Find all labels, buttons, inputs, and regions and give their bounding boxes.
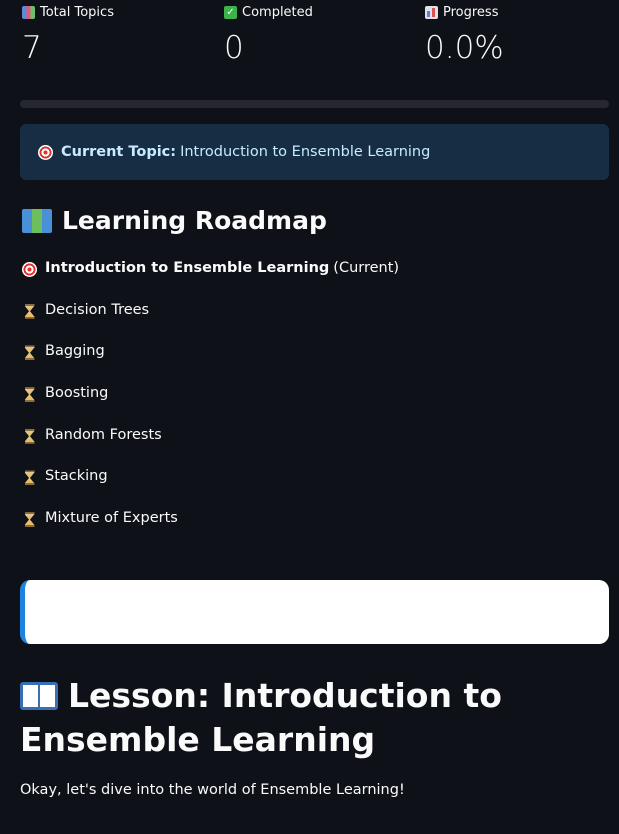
current-topic-label: Current Topic:: [61, 144, 177, 160]
hourglass-icon: [24, 345, 35, 361]
metric-value: 0: [224, 30, 244, 66]
metric-value: 7: [22, 30, 42, 66]
roadmap-list: Introduction to Ensemble Learning (Curre…: [22, 258, 399, 550]
lesson-intro-text: Okay, let's dive into the world of Ensem…: [20, 782, 405, 798]
roadmap-item-label: Bagging: [45, 343, 105, 360]
roadmap-item: Random Forests: [22, 425, 399, 467]
roadmap-item-label: Mixture of Experts: [45, 510, 178, 527]
check-icon: ✓: [224, 6, 237, 19]
metric-completed: ✓ Completed 0: [224, 4, 313, 66]
roadmap-item: Stacking: [22, 466, 399, 508]
roadmap-item-current: Introduction to Ensemble Learning (Curre…: [22, 258, 399, 300]
progress-bar: [20, 100, 609, 108]
target-icon: [38, 144, 53, 160]
bar-chart-icon: [425, 6, 438, 19]
hourglass-icon: [24, 303, 35, 319]
map-icon: [22, 208, 52, 233]
hourglass-icon: [24, 470, 35, 486]
books-icon: [22, 6, 35, 19]
metric-label: Progress: [443, 5, 499, 20]
lesson-heading: Lesson: Introduction to Ensemble Learnin…: [20, 674, 609, 762]
current-topic-value: Introduction to Ensemble Learning: [180, 144, 431, 160]
roadmap-item-label: Introduction to Ensemble Learning: [45, 260, 330, 276]
lesson-title: Lesson: Introduction to Ensemble Learnin…: [20, 676, 502, 759]
open-book-icon: [20, 682, 58, 710]
roadmap-heading: Learning Roadmap: [22, 206, 327, 235]
roadmap-title: Learning Roadmap: [62, 206, 327, 235]
roadmap-item: Bagging: [22, 341, 399, 383]
metric-value: 0.0%: [425, 30, 504, 66]
roadmap-item: Boosting: [22, 383, 399, 425]
roadmap-item-label: Random Forests: [45, 426, 162, 443]
roadmap-item-label: Stacking: [45, 468, 108, 485]
metric-label: Total Topics: [40, 5, 114, 20]
target-icon: [22, 262, 37, 277]
empty-content-box: [20, 580, 609, 644]
metric-label: Completed: [242, 5, 313, 20]
metric-total-topics: Total Topics 7: [22, 4, 114, 66]
current-topic-banner: Current Topic: Introduction to Ensemble …: [20, 124, 609, 180]
hourglass-icon: [24, 428, 35, 444]
hourglass-icon: [24, 512, 35, 528]
roadmap-item-label: Decision Trees: [45, 301, 150, 318]
roadmap-item-label: Boosting: [45, 385, 109, 402]
metric-progress: Progress 0.0%: [425, 4, 504, 66]
roadmap-item: Mixture of Experts: [22, 508, 399, 550]
roadmap-item: Decision Trees: [22, 300, 399, 342]
hourglass-icon: [24, 387, 35, 403]
roadmap-item-status: (Current): [333, 260, 400, 276]
